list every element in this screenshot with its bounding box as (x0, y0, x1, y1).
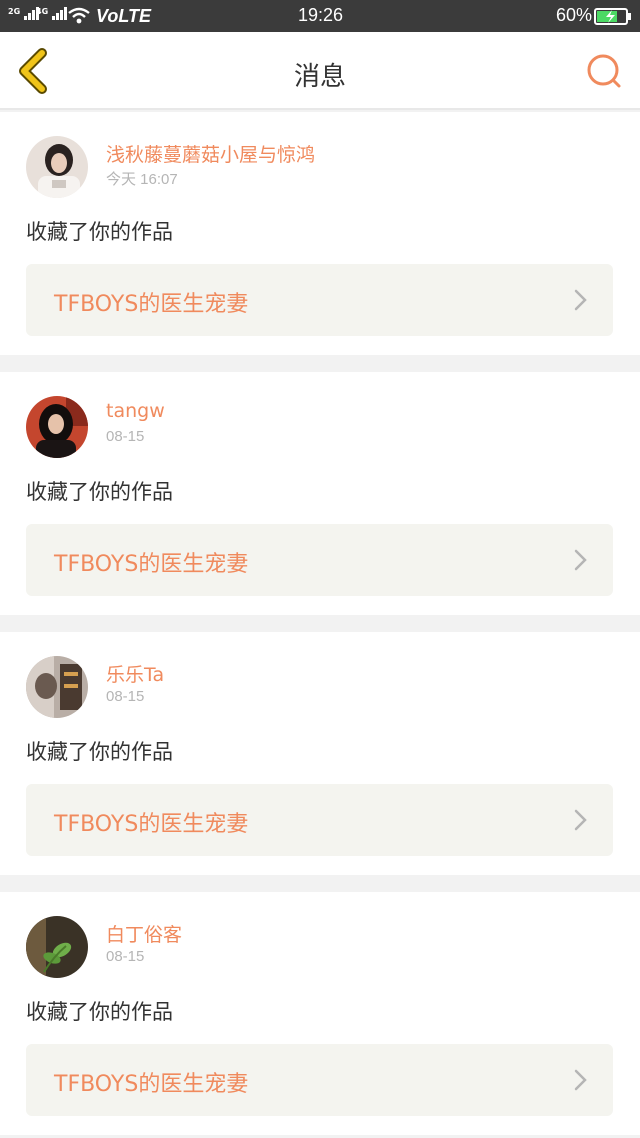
battery-percent: 60% (556, 5, 593, 25)
chevron-right-icon (574, 809, 587, 831)
signal-bars-icon (51, 7, 67, 20)
chevron-right-icon (574, 1069, 587, 1091)
user-name[interactable]: 白丁俗客 (106, 920, 182, 947)
message-card: 乐乐Ta 08-15 收藏了你的作品 TFBOYS的医生宠妻 (0, 632, 640, 875)
clock: 19:26 (298, 5, 344, 25)
work-link[interactable]: TFBOYS的医生宠妻 (26, 1044, 613, 1116)
signal-4g-indicator: 4G (36, 6, 68, 21)
page-title: 消息 (293, 62, 346, 92)
work-title: TFBOYS的医生宠妻 (54, 552, 249, 577)
action-text: 收藏了你的作品 (26, 480, 173, 504)
user-name[interactable]: tangw (106, 400, 165, 422)
avatar-image (26, 916, 88, 978)
work-link[interactable]: TFBOYS的医生宠妻 (26, 264, 613, 336)
battery-icon (594, 8, 631, 25)
user-name[interactable]: 浅秋藤蔓蘑菇小屋与惊鸿 (106, 140, 315, 167)
user-name[interactable]: 乐乐Ta (106, 660, 164, 687)
work-title: TFBOYS的医生宠妻 (54, 812, 249, 837)
action-text: 收藏了你的作品 (26, 1000, 173, 1024)
message-time: 08-15 (106, 428, 145, 445)
volte-label: VoLTE (96, 6, 151, 26)
avatar-image (26, 396, 88, 458)
message-card: 白丁俗客 08-15 收藏了你的作品 TFBOYS的医生宠妻 (0, 892, 640, 1135)
message-card: tangw 08-15 收藏了你的作品 TFBOYS的医生宠妻 (0, 372, 640, 615)
work-title: TFBOYS的医生宠妻 (54, 292, 249, 317)
status-bar: 2G 4G VoLTE 19:26 60% (0, 0, 640, 32)
message-time: 08-15 (106, 688, 145, 705)
work-link[interactable]: TFBOYS的医生宠妻 (26, 524, 613, 596)
message-card: 浅秋藤蔓蘑菇小屋与惊鸿 今天 16:07 收藏了你的作品 TFBOYS的医生宠妻 (0, 112, 640, 355)
search-icon[interactable] (584, 52, 624, 92)
chevron-right-icon (574, 549, 587, 571)
message-time: 今天 16:07 (106, 171, 178, 188)
wifi-icon (68, 7, 90, 24)
avatar[interactable] (26, 656, 88, 718)
nav-header: 消息 (0, 32, 640, 110)
action-text: 收藏了你的作品 (26, 220, 173, 244)
chevron-right-icon (574, 289, 587, 311)
work-link[interactable]: TFBOYS的医生宠妻 (26, 784, 613, 856)
avatar[interactable] (26, 396, 88, 458)
action-text: 收藏了你的作品 (26, 740, 173, 764)
avatar[interactable] (26, 916, 88, 978)
avatar[interactable] (26, 136, 88, 198)
avatar-image (26, 136, 88, 198)
work-title: TFBOYS的医生宠妻 (54, 1072, 249, 1097)
message-time: 08-15 (106, 948, 145, 965)
avatar-image (26, 656, 88, 718)
